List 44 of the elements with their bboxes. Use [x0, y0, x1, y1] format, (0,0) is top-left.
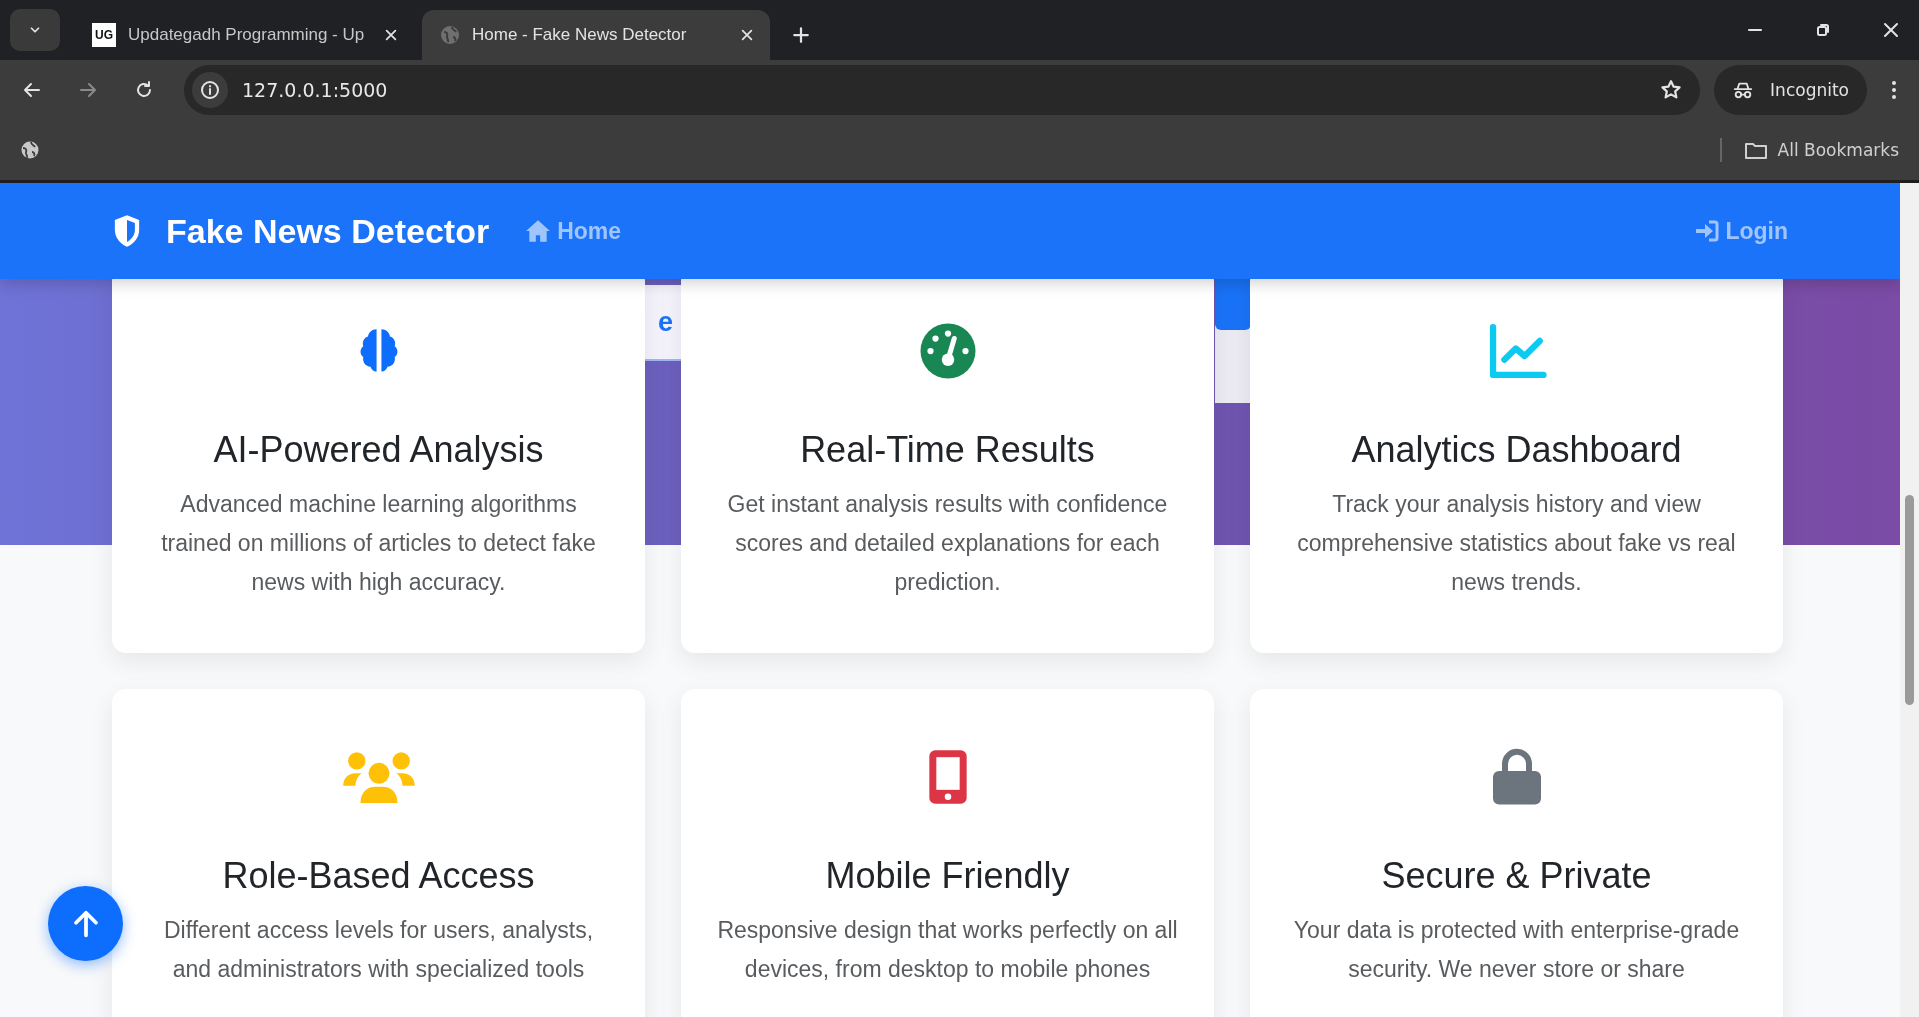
reload-icon[interactable] [134, 80, 154, 100]
close-icon[interactable] [740, 28, 754, 42]
globe-icon[interactable] [20, 140, 40, 160]
brand-link[interactable]: Fake News Detector [112, 211, 490, 251]
scrollbar[interactable] [1900, 183, 1919, 1017]
hero-button[interactable]: e [645, 285, 681, 361]
new-tab-icon[interactable] [792, 26, 810, 44]
feature-title: Real-Time Results [800, 429, 1095, 471]
folder-icon [1743, 140, 1768, 160]
star-icon[interactable] [1660, 79, 1683, 101]
sign-in-icon [1695, 220, 1720, 242]
feature-description: Different access levels for users, analysts, and administrators with specialized tools [162, 916, 595, 984]
back-arrow-icon[interactable] [22, 80, 42, 100]
feature-title: Secure & Private [1381, 855, 1652, 897]
feature-title: Analytics Dashboard [1351, 429, 1682, 471]
hero-button[interactable] [1215, 279, 1251, 330]
feature-description: Track your analysis history and view comprehensive statistics about fake vs real news trends. [1296, 490, 1737, 597]
feature-description: Get instant analysis results with confidence scores and detailed explanations for each prediction. [726, 490, 1169, 597]
close-icon[interactable] [384, 28, 398, 42]
close-icon[interactable] [1883, 22, 1899, 38]
globe-icon [440, 25, 460, 45]
house-icon [525, 219, 552, 243]
more-menu-icon[interactable] [1891, 80, 1897, 100]
browser-tab[interactable]: Home - Fake News Detector [422, 10, 770, 60]
feature-title: Mobile Friendly [825, 855, 1070, 897]
address-bar[interactable]: 127.0.0.1:5000 [184, 65, 1701, 115]
shield-icon [112, 214, 142, 248]
all-bookmarks-button[interactable]: All Bookmarks [1743, 140, 1899, 160]
incognito-icon [1732, 80, 1755, 100]
site-favicon: UG [92, 23, 116, 47]
url-text: 127.0.0.1:5000 [242, 79, 389, 101]
restore-icon[interactable] [1815, 22, 1831, 38]
feature-description: Responsive design that works perfectly on all devices, from desktop to mobile phones [717, 916, 1178, 984]
scroll-to-top-button[interactable] [48, 886, 123, 961]
info-icon[interactable] [200, 80, 220, 100]
feature-title: AI-Powered Analysis [213, 429, 544, 471]
incognito-button[interactable]: Incognito [1714, 65, 1867, 115]
feature-title: Role-Based Access [222, 855, 535, 897]
feature-description: Your data is protected with enterprise-grade security. We never store or share [1292, 916, 1741, 984]
forward-arrow-icon[interactable] [78, 80, 98, 100]
browser-tab[interactable]: UG Updategadh Programming - Up [74, 10, 414, 60]
feature-description: Advanced machine learning algorithms trained on millions of articles to detect fake news with high accuracy. [160, 490, 597, 597]
tab-title: Home - Fake News Detector [472, 25, 688, 45]
tab-title: Updategadh Programming - Up [128, 25, 366, 45]
